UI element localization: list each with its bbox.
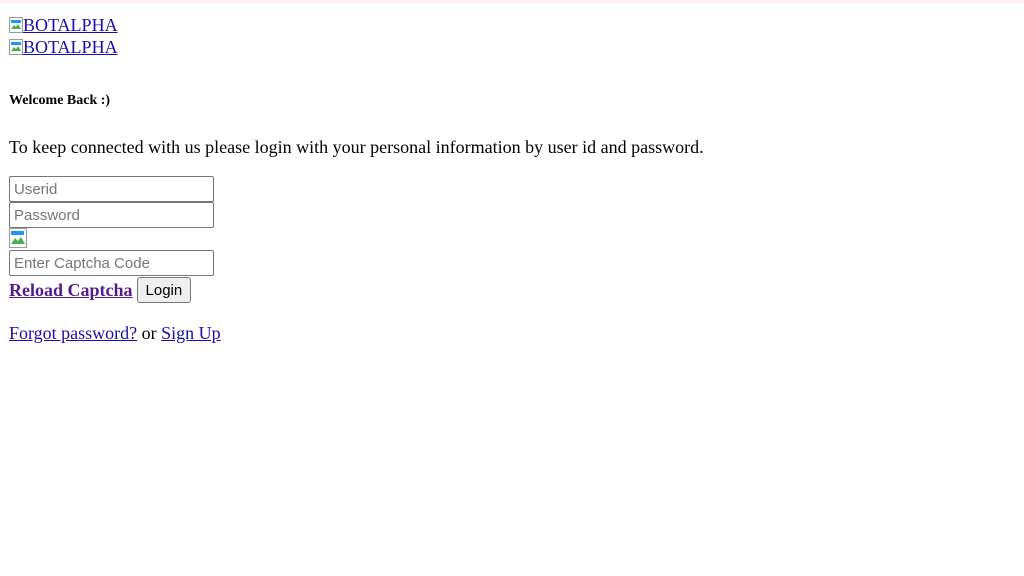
broken-image-icon: [9, 17, 23, 33]
captcha-input[interactable]: [9, 250, 214, 276]
top-border: [0, 0, 1024, 3]
broken-image-icon: [9, 39, 23, 55]
userid-input[interactable]: [9, 176, 214, 202]
or-separator: or: [141, 323, 157, 343]
form-actions: Reload Captcha Login: [9, 276, 704, 304]
login-button[interactable]: Login: [136, 277, 192, 303]
welcome-heading: Welcome Back :): [9, 93, 111, 108]
logo-alt-text: BOTALPHA: [23, 37, 118, 57]
reload-captcha-link[interactable]: Reload Captcha: [9, 280, 133, 301]
forgot-password-link[interactable]: Forgot password?: [9, 323, 137, 343]
logo-alt-text: BOTALPHA: [23, 15, 118, 35]
logo-link-2[interactable]: BOTALPHA: [9, 36, 704, 58]
account-links: Forgot password? or Sign Up: [9, 322, 704, 344]
intro-text: To keep connected with us please login w…: [9, 137, 704, 157]
password-input[interactable]: [9, 202, 214, 228]
sign-up-link[interactable]: Sign Up: [161, 323, 221, 343]
login-page: BOTALPHA BOTALPHA Welcome Back :) To kee…: [9, 14, 704, 344]
captcha-image-icon: [9, 228, 29, 248]
login-form: Reload Captcha Login: [9, 176, 704, 304]
logo-link-1[interactable]: BOTALPHA: [9, 14, 704, 36]
